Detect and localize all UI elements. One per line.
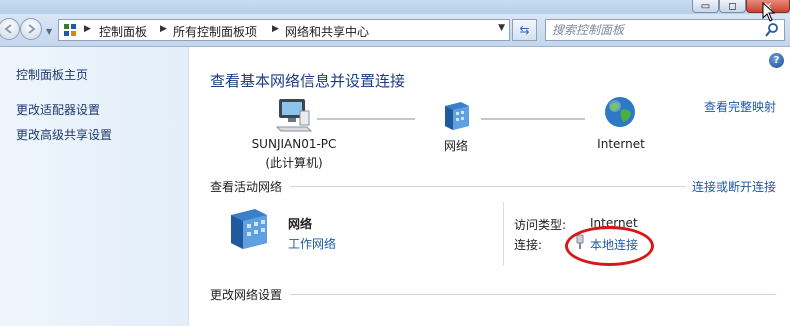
arrow-right-icon	[28, 24, 36, 34]
computer-name: SUNJIAN01-PC	[251, 137, 337, 151]
map-link-line	[481, 118, 585, 120]
breadcrumb-control-panel[interactable]: 控制面板	[99, 23, 147, 40]
minimize-button[interactable]: ▭	[692, 0, 719, 13]
computer-icon	[275, 99, 313, 132]
connections-label: 连接:	[514, 238, 543, 252]
sidebar-item-advanced-sharing[interactable]: 更改高级共享设置	[16, 126, 112, 143]
search-icon[interactable]	[765, 22, 779, 38]
computer-subtitle: (此计算机)	[265, 156, 323, 170]
search-input[interactable]	[552, 22, 752, 38]
address-dropdown-icon[interactable]: ▼	[498, 23, 505, 33]
active-networks-title: 查看活动网络	[210, 180, 283, 194]
main-content: ? 查看基本网络信息并设置连接 查看完整映射 SUNJIAN01-PC (此计算…	[189, 47, 790, 326]
navigation-bar: ▼ ▶ 控制面板 ▶ 所有控制面板项 ▶ 网络和共享中心 ▼ ⇆	[0, 14, 790, 47]
maximize-button[interactable]: ◻	[719, 0, 746, 13]
sidebar-item-control-panel-home[interactable]: 控制面板主页	[16, 66, 88, 83]
refresh-button[interactable]: ⇆	[512, 19, 537, 41]
mouse-cursor-icon	[762, 2, 776, 22]
sidebar: 控制面板主页 更改适配器设置 更改高级共享设置	[0, 47, 189, 326]
network-label: 网络	[443, 139, 468, 153]
active-network-name: 网络	[288, 217, 313, 231]
breadcrumb-all-items[interactable]: 所有控制面板项	[173, 23, 257, 40]
internet-globe-icon	[605, 97, 635, 127]
address-bar[interactable]: ▶ 控制面板 ▶ 所有控制面板项 ▶ 网络和共享中心 ▼	[58, 19, 510, 41]
control-panel-icon	[64, 24, 76, 36]
forward-button[interactable]	[20, 18, 42, 40]
view-full-map-link[interactable]: 查看完整映射	[704, 98, 776, 115]
minimize-icon: ▭	[700, 1, 711, 12]
breadcrumb-separator-icon[interactable]: ▶	[160, 24, 167, 34]
breadcrumb-network-center[interactable]: 网络和共享中心	[285, 23, 369, 40]
back-button[interactable]	[0, 18, 20, 40]
search-box	[545, 19, 785, 41]
internet-label: Internet	[597, 137, 645, 151]
arrow-left-icon	[4, 24, 12, 34]
change-settings-title: 更改网络设置	[210, 288, 283, 302]
section-divider	[290, 186, 686, 187]
section-divider	[290, 294, 776, 295]
sidebar-item-adapter-settings[interactable]: 更改适配器设置	[16, 101, 100, 118]
connect-disconnect-link[interactable]: 连接或断开连接	[692, 178, 776, 195]
vertical-divider	[503, 202, 504, 266]
map-link-line	[317, 118, 415, 120]
network-type-link[interactable]: 工作网络	[288, 235, 336, 252]
network-icon	[445, 102, 469, 130]
access-type-label: 访问类型:	[514, 218, 567, 232]
refresh-icon: ⇆	[519, 23, 530, 37]
breadcrumb-separator-icon[interactable]: ▶	[84, 24, 91, 34]
help-icon[interactable]: ?	[769, 53, 784, 68]
page-title: 查看基本网络信息并设置连接	[210, 72, 406, 90]
recent-pages-dropdown[interactable]: ▼	[46, 27, 52, 36]
highlight-annotation	[565, 226, 654, 266]
breadcrumb-separator-icon[interactable]: ▶	[272, 24, 279, 34]
network-icon	[231, 209, 267, 249]
maximize-icon: ◻	[728, 1, 737, 12]
window-titlebar: ▭ ◻ ✕	[0, 0, 790, 14]
